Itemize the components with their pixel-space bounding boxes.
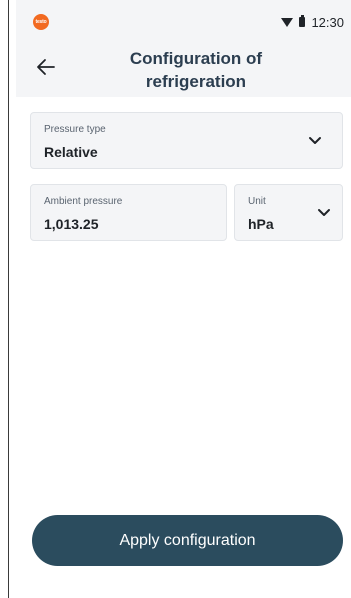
battery-icon xyxy=(299,15,306,27)
unit-label: Unit xyxy=(248,196,266,207)
apply-configuration-button[interactable]: Apply configuration xyxy=(32,515,343,566)
ambient-pressure-field[interactable]: Ambient pressure 1,013.25 xyxy=(30,184,227,241)
chevron-down-icon xyxy=(309,137,321,144)
left-border-line xyxy=(8,0,9,598)
status-bar: testo 12:30 xyxy=(16,12,351,32)
status-time: 12:30 xyxy=(311,14,344,30)
chevron-down-icon xyxy=(318,209,330,216)
ambient-pressure-label: Ambient pressure xyxy=(44,196,123,207)
top-header-area: testo 12:30 Configuration of refrigerati… xyxy=(16,0,351,97)
unit-value: hPa xyxy=(248,216,274,232)
unit-select[interactable]: Unit hPa xyxy=(234,184,343,241)
ambient-pressure-value: 1,013.25 xyxy=(44,216,99,232)
wifi-icon xyxy=(281,17,294,27)
page-title: Configuration of refrigeration xyxy=(129,49,263,91)
pressure-type-select[interactable]: Pressure type Relative xyxy=(30,112,343,169)
pressure-type-value: Relative xyxy=(44,144,98,160)
testo-logo: testo xyxy=(33,14,49,30)
arrow-left-icon xyxy=(37,59,55,75)
app-screen: testo 12:30 Configuration of refrigerati… xyxy=(16,0,351,598)
pressure-type-label: Pressure type xyxy=(44,124,106,135)
status-indicators: 12:30 xyxy=(281,14,344,30)
back-button[interactable] xyxy=(34,55,58,79)
